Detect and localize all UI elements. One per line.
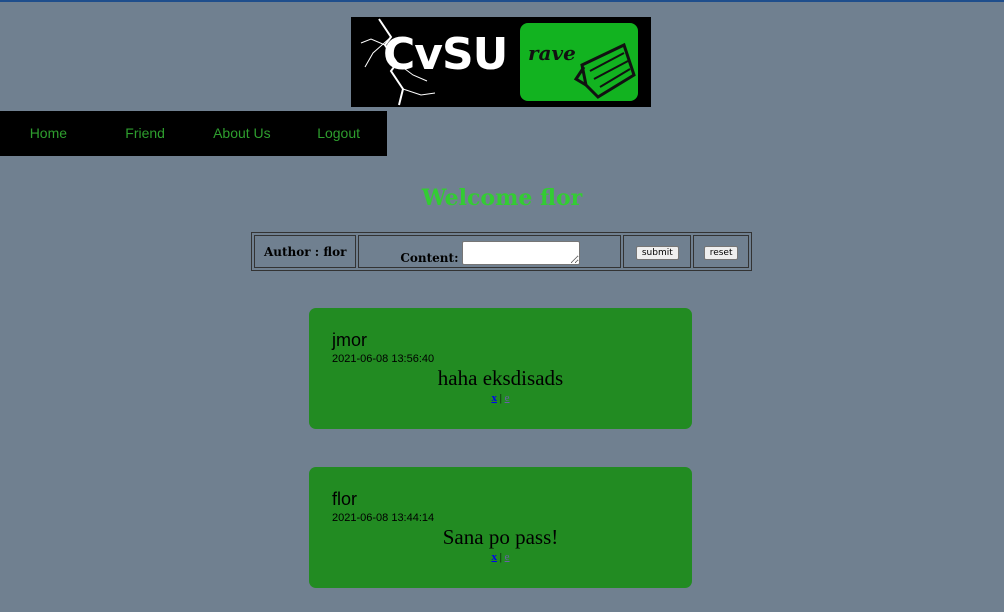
logo-badge: rave: [520, 23, 638, 101]
post-content: haha eksdisads: [437, 366, 564, 390]
post-card: jmor 2021-06-08 13:56:40 haha eksdisads …: [309, 308, 692, 429]
submit-cell: submit: [623, 235, 692, 268]
delete-link[interactable]: x: [491, 392, 497, 404]
site-logo: CvSU rave: [351, 17, 651, 107]
post-author: jmor: [332, 330, 367, 350]
post-form: Author : flor Content: submit reset: [251, 232, 752, 271]
post-card: flor 2021-06-08 13:44:14 Sana po pass! x…: [309, 467, 692, 588]
post-timestamp: 2021-06-08 13:56:40: [332, 353, 435, 365]
action-separator: |: [499, 392, 502, 404]
delete-link[interactable]: x: [491, 551, 497, 563]
welcome-heading: Welcome flor: [421, 185, 583, 211]
content-cell: Content:: [358, 235, 622, 268]
post-timestamp: 2021-06-08 13:44:14: [332, 512, 435, 524]
nav-friend[interactable]: Friend: [97, 111, 194, 156]
author-label: Author : flor: [254, 235, 357, 268]
post-content: Sana po pass!: [442, 525, 559, 549]
post-actions: x | e: [309, 551, 692, 563]
edit-link[interactable]: e: [505, 551, 510, 563]
action-separator: |: [499, 551, 502, 563]
post-author: flor: [332, 489, 358, 509]
submit-button[interactable]: submit: [635, 245, 679, 260]
logo-title: CvSU: [383, 29, 508, 80]
nav-home[interactable]: Home: [0, 111, 97, 156]
folder-icon: [573, 42, 636, 99]
main-nav: Home Friend About Us Logout: [0, 111, 387, 156]
reset-cell: reset: [693, 235, 749, 268]
nav-about-us[interactable]: About Us: [194, 111, 291, 156]
post-actions: x | e: [309, 392, 692, 404]
edit-link[interactable]: e: [505, 392, 510, 404]
nav-logout[interactable]: Logout: [290, 111, 387, 156]
reset-button[interactable]: reset: [703, 245, 739, 260]
content-textarea[interactable]: [461, 241, 580, 265]
content-label: Content:: [400, 251, 459, 265]
